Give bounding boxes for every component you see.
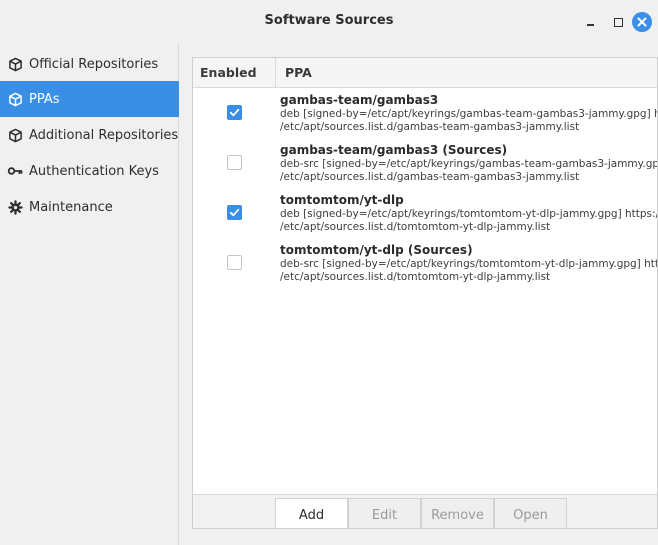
ppa-entry: tomtomtom/yt-dlp (Sources) deb-src [sign… xyxy=(280,243,658,284)
key-icon xyxy=(7,163,23,179)
maximize-icon xyxy=(613,17,623,27)
ppa-name: gambas-team/gambas3 xyxy=(280,93,439,107)
ppa-file-path: /etc/apt/sources.list.d/tomtomtom-yt-dlp… xyxy=(280,221,551,233)
add-button[interactable]: Add xyxy=(275,498,348,528)
table-header: Enabled PPA xyxy=(193,58,657,88)
title-bar: Software Sources xyxy=(0,0,658,44)
minimize-icon xyxy=(586,24,594,26)
sidebar-item-label: Authentication Keys xyxy=(29,163,159,179)
minimize-button[interactable] xyxy=(579,11,601,33)
ppa-file-path: /etc/apt/sources.list.d/tomtomtom-yt-dlp… xyxy=(280,271,551,283)
sidebar-item-additional-repositories[interactable]: Additional Repositories xyxy=(0,117,179,153)
ppa-entry: gambas-team/gambas3 deb [signed-by=/etc/… xyxy=(280,93,658,134)
remove-button[interactable]: Remove xyxy=(421,498,494,528)
column-header-enabled[interactable]: Enabled xyxy=(193,58,276,87)
ppa-source-line: deb [signed-by=/etc/apt/keyrings/gambas-… xyxy=(280,108,658,120)
package-icon xyxy=(7,127,23,143)
ppa-source-line: deb [signed-by=/etc/apt/keyrings/tomtomt… xyxy=(280,208,658,220)
maximize-button[interactable] xyxy=(607,11,629,33)
ppa-pane: Enabled PPA gambas-team/gambas3 deb [sig… xyxy=(180,44,658,545)
ppa-source-line: deb-src [signed-by=/etc/apt/keyrings/tom… xyxy=(280,258,658,270)
window-title: Software Sources xyxy=(264,13,394,28)
table-row[interactable]: gambas-team/gambas3 deb [signed-by=/etc/… xyxy=(193,93,658,143)
gear-icon xyxy=(7,199,23,215)
sidebar-item-label: Maintenance xyxy=(29,199,113,215)
enabled-checkbox[interactable] xyxy=(227,205,242,220)
ppa-entry: tomtomtom/yt-dlp deb [signed-by=/etc/apt… xyxy=(280,193,658,234)
ppa-name: tomtomtom/yt-dlp (Sources) xyxy=(280,243,473,257)
table-row[interactable]: tomtomtom/yt-dlp deb [signed-by=/etc/apt… xyxy=(193,193,658,243)
ppa-entry: gambas-team/gambas3 (Sources) deb-src [s… xyxy=(280,143,658,184)
ppa-file-path: /etc/apt/sources.list.d/gambas-team-gamb… xyxy=(280,121,580,133)
sidebar-item-maintenance[interactable]: Maintenance xyxy=(0,189,179,225)
open-button[interactable]: Open xyxy=(494,498,567,528)
ppa-toolbar: Add Edit Remove Open xyxy=(193,494,657,528)
enabled-checkbox[interactable] xyxy=(227,155,242,170)
package-icon xyxy=(7,91,23,107)
sidebar-item-authentication-keys[interactable]: Authentication Keys xyxy=(0,153,179,189)
column-header-ppa[interactable]: PPA xyxy=(277,58,312,87)
close-icon xyxy=(632,12,652,32)
edit-button[interactable]: Edit xyxy=(348,498,421,528)
ppa-list: Enabled PPA gambas-team/gambas3 deb [sig… xyxy=(192,57,658,529)
ppa-source-line: deb-src [signed-by=/etc/apt/keyrings/gam… xyxy=(280,158,658,170)
sidebar-item-official-repositories[interactable]: Official Repositories xyxy=(0,46,179,82)
ppa-file-path: /etc/apt/sources.list.d/gambas-team-gamb… xyxy=(280,171,580,183)
sidebar-item-label: Additional Repositories xyxy=(29,127,179,143)
table-row[interactable]: gambas-team/gambas3 (Sources) deb-src [s… xyxy=(193,143,658,193)
sidebar-item-label: PPAs xyxy=(29,91,60,107)
sidebar-item-label: Official Repositories xyxy=(29,56,159,72)
enabled-checkbox[interactable] xyxy=(227,105,242,120)
sidebar-item-ppas[interactable]: PPAs xyxy=(0,81,179,117)
package-icon xyxy=(7,56,23,72)
ppa-name: gambas-team/gambas3 (Sources) xyxy=(280,143,508,157)
enabled-checkbox[interactable] xyxy=(227,255,242,270)
table-row[interactable]: tomtomtom/yt-dlp (Sources) deb-src [sign… xyxy=(193,243,658,293)
ppa-name: tomtomtom/yt-dlp xyxy=(280,193,404,207)
sidebar: Official Repositories PPAs Additional Re… xyxy=(0,44,179,545)
close-button[interactable] xyxy=(631,11,653,33)
